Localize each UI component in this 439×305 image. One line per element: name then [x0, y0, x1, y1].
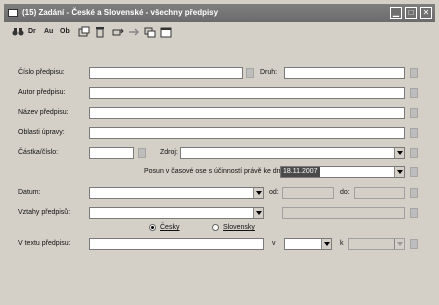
- castka-label: Částka/číslo:: [18, 149, 59, 156]
- tool-au-button[interactable]: Au: [44, 26, 53, 38]
- k-select[interactable]: [348, 238, 405, 250]
- info-icon[interactable]: [410, 88, 418, 98]
- undo-icon[interactable]: [112, 26, 124, 38]
- chevron-down-icon[interactable]: [321, 239, 331, 249]
- minimize-button[interactable]: ▁: [390, 7, 402, 19]
- chevron-down-icon[interactable]: [394, 167, 404, 177]
- zdroj-select[interactable]: [180, 147, 405, 159]
- od-input[interactable]: [282, 187, 334, 199]
- date-value: 18.11.2007: [281, 167, 320, 177]
- text-label: V textu předpisu:: [18, 240, 71, 247]
- info-icon[interactable]: [410, 188, 418, 198]
- datum-label: Datum:: [18, 189, 41, 196]
- close-button[interactable]: ✕: [420, 7, 432, 19]
- form-panel: Číslo předpisu: Druh: Autor předpisu: Ná…: [4, 58, 435, 301]
- redo-icon[interactable]: [128, 26, 140, 38]
- chevron-down-icon[interactable]: [253, 208, 263, 218]
- nazev-input[interactable]: [89, 107, 405, 119]
- info-icon[interactable]: [410, 128, 418, 138]
- do-label: do:: [340, 189, 350, 196]
- autor-label: Autor předpisu:: [18, 89, 66, 96]
- cislo-input[interactable]: [89, 67, 243, 79]
- chevron-down-icon[interactable]: [253, 188, 263, 198]
- date-select[interactable]: 18.11.2007: [280, 166, 405, 178]
- druh-input[interactable]: [284, 67, 405, 79]
- info-icon[interactable]: [410, 148, 418, 158]
- maximize-button[interactable]: □: [405, 7, 417, 19]
- info-icon[interactable]: [246, 68, 254, 78]
- info-icon[interactable]: [410, 167, 418, 177]
- trash-icon[interactable]: [94, 26, 106, 38]
- copy-window-icon[interactable]: [144, 26, 156, 38]
- tool-ob-button[interactable]: Ob: [60, 26, 70, 38]
- window-title: (15) Zadání - České a Slovenské - všechn…: [22, 8, 219, 17]
- radio-cesky[interactable]: [149, 224, 156, 231]
- oblasti-label: Oblasti úpravy:: [18, 129, 65, 136]
- chevron-down-icon[interactable]: [394, 148, 404, 158]
- do-input[interactable]: [354, 187, 405, 199]
- druh-label: Druh:: [260, 69, 278, 76]
- info-icon[interactable]: [410, 208, 418, 218]
- radio-slovensky[interactable]: [212, 224, 219, 231]
- datum-select[interactable]: [89, 187, 264, 199]
- v-label: v: [272, 240, 276, 247]
- window-icon: [8, 9, 18, 17]
- vztahy-input[interactable]: [282, 207, 405, 219]
- tool-dr-button[interactable]: Dr: [28, 26, 36, 38]
- k-label: k: [340, 240, 344, 247]
- oblasti-input[interactable]: [89, 127, 405, 139]
- binoculars-icon[interactable]: [12, 26, 24, 38]
- info-icon[interactable]: [138, 148, 146, 158]
- info-icon[interactable]: [410, 108, 418, 118]
- v-select[interactable]: [284, 238, 332, 250]
- new-window-icon[interactable]: [78, 26, 90, 38]
- od-label: od:: [269, 189, 279, 196]
- text-input[interactable]: [89, 238, 264, 250]
- title-bar: (15) Zadání - České a Slovenské - všechn…: [4, 4, 435, 22]
- cislo-label: Číslo předpisu:: [18, 69, 65, 76]
- autor-input[interactable]: [89, 87, 405, 99]
- calendar-icon[interactable]: [160, 26, 172, 38]
- nazev-label: Název předpisu:: [18, 109, 69, 116]
- toolbar: Dr Au Ob: [4, 22, 435, 42]
- vztahy-select[interactable]: [89, 207, 264, 219]
- info-icon[interactable]: [410, 239, 418, 249]
- posun-label: Posun v časové ose s účinností právě ke …: [144, 168, 285, 175]
- info-icon[interactable]: [410, 68, 418, 78]
- main-window: (15) Zadání - České a Slovenské - všechn…: [0, 0, 439, 305]
- radio-slovensky-label[interactable]: Slovensky: [223, 224, 255, 231]
- vztahy-label: Vztahy předpisů:: [18, 209, 71, 216]
- zdroj-label: Zdroj:: [160, 149, 178, 156]
- castka-input[interactable]: [89, 147, 134, 159]
- radio-cesky-label[interactable]: Česky: [160, 224, 179, 231]
- chevron-down-icon[interactable]: [394, 239, 404, 249]
